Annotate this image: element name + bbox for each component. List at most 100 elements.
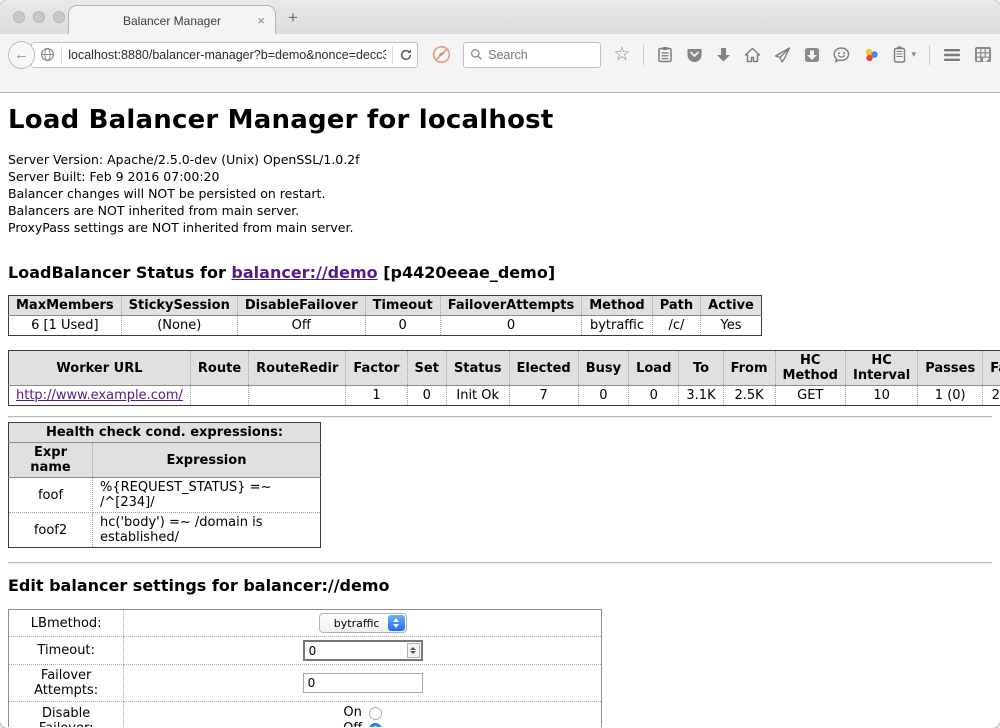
toolbar-divider: [643, 45, 644, 65]
reload-icon[interactable]: [399, 48, 413, 62]
toolbar-icons: ☆: [613, 45, 992, 65]
status-heading: LoadBalancer Status for balancer://demo …: [8, 263, 992, 282]
table-row: 6 [1 Used] (None) Off 0 0 bytraffic /c/ …: [9, 316, 762, 336]
status-heading-prefix: LoadBalancer Status for: [8, 263, 231, 282]
cell-hc-method: GET: [775, 386, 845, 406]
form-row-failover-attempts: Failover Attempts:: [9, 665, 602, 702]
col-timeout: Timeout: [365, 296, 440, 316]
balancer-status-table: MaxMembers StickySession DisableFailover…: [8, 295, 762, 336]
cell-disablefailover: Off: [237, 316, 365, 336]
form-row-disable-failover: Disable Failover: On Off: [9, 702, 602, 728]
toolbar-divider: [929, 45, 930, 65]
radio-off[interactable]: [369, 723, 382, 728]
globe-icon: [40, 47, 55, 62]
cell-factor: 1: [346, 386, 407, 406]
cell-passes: 1 (0): [918, 386, 983, 406]
cell-to: 3.1K: [679, 386, 723, 406]
col-route: Route: [190, 351, 248, 386]
col-worker-url: Worker URL: [9, 351, 191, 386]
radio-off-label: Off: [343, 721, 362, 727]
page-title: Load Balancer Manager for localhost: [8, 105, 992, 135]
section-divider: [8, 416, 992, 418]
url-text[interactable]: localhost:8880/balancer-manager?b=demo&n…: [68, 48, 386, 62]
cell-set: 0: [407, 386, 446, 406]
lbmethod-select[interactable]: bytraffic: [319, 613, 407, 633]
server-built: Server Built: Feb 9 2016 07:00:20: [8, 168, 992, 185]
tab-close-icon[interactable]: ×: [257, 13, 265, 28]
url-bar[interactable]: localhost:8880/balancer-manager?b=demo&n…: [31, 42, 418, 68]
timeout-input[interactable]: [303, 640, 423, 661]
chat-smiley-icon[interactable]: [833, 47, 850, 63]
worker-table: Worker URL Route RouteRedir Factor Set S…: [8, 350, 1000, 406]
reading-list-icon[interactable]: [657, 46, 673, 63]
disable-failover-label: Disable Failover:: [9, 702, 124, 728]
col-load: Load: [629, 351, 679, 386]
number-spinner-icon[interactable]: [407, 643, 420, 658]
timeout-label: Timeout:: [9, 637, 124, 665]
window-controls[interactable]: [13, 11, 65, 23]
urlbar-divider: [61, 46, 62, 64]
pocket-icon[interactable]: [686, 47, 703, 63]
grid-notes-icon[interactable]: [974, 46, 992, 63]
note-inherit: Balancers are NOT inherited from main se…: [8, 202, 992, 219]
blocked-content-icon[interactable]: [432, 45, 451, 64]
cell-maxmembers: 6 [1 Used]: [9, 316, 122, 336]
col-status: Status: [446, 351, 509, 386]
close-window-button[interactable]: [13, 11, 25, 23]
cell-routeredir: [249, 386, 346, 406]
bookmark-star-icon[interactable]: ☆: [613, 45, 630, 64]
send-plane-icon[interactable]: [774, 47, 791, 63]
cell-hc-interval: 10: [845, 386, 917, 406]
col-maxmembers: MaxMembers: [9, 296, 122, 316]
lbmethod-selected-value: bytraffic: [334, 617, 380, 630]
cell-elected: 7: [509, 386, 578, 406]
cell-busy: 0: [578, 386, 628, 406]
download-arrow-icon[interactable]: [716, 47, 731, 63]
cell-stickysession: (None): [121, 316, 237, 336]
new-tab-button[interactable]: +: [288, 8, 298, 28]
minimize-window-button[interactable]: [33, 11, 45, 23]
health-table-title: Health check cond. expressions:: [9, 423, 321, 443]
table-header-row: Expr name Expression: [9, 443, 321, 478]
menu-hamburger-icon[interactable]: [943, 48, 961, 62]
col-routeredir: RouteRedir: [249, 351, 346, 386]
radio-on[interactable]: [369, 707, 382, 720]
failover-attempts-input[interactable]: [303, 673, 423, 693]
form-row-timeout: Timeout:: [9, 637, 602, 665]
col-hc-interval: HC Interval: [845, 351, 917, 386]
battery-extension-icon[interactable]: [893, 46, 906, 63]
table-title-row: Health check cond. expressions:: [9, 423, 321, 443]
failover-attempts-label: Failover Attempts:: [9, 665, 124, 702]
table-row: foof2 hc('body') =~ /domain is establish…: [9, 513, 321, 548]
tab-title: Balancer Manager: [123, 14, 221, 28]
select-stepper-icon: [388, 615, 405, 631]
tab-balancer-manager[interactable]: Balancer Manager ×: [68, 5, 276, 35]
lbmethod-label: LBmethod:: [9, 610, 124, 637]
col-expr-name: Expr name: [9, 443, 93, 478]
col-hc-method: HC Method: [775, 351, 845, 386]
server-version: Server Version: Apache/2.5.0-dev (Unix) …: [8, 151, 992, 168]
search-icon: [470, 48, 483, 61]
col-from: From: [723, 351, 775, 386]
chevron-down-icon[interactable]: ▾: [911, 49, 916, 60]
worker-url-link[interactable]: http://www.example.com/: [16, 388, 183, 403]
col-set: Set: [407, 351, 446, 386]
search-input[interactable]: [488, 48, 588, 62]
col-expression: Expression: [93, 443, 321, 478]
video-download-icon[interactable]: [804, 47, 820, 63]
col-to: To: [679, 351, 723, 386]
zoom-window-button[interactable]: [53, 11, 65, 23]
colored-dots-extension-icon[interactable]: [863, 47, 880, 63]
balancer-demo-link[interactable]: balancer://demo: [231, 263, 377, 282]
col-factor: Factor: [346, 351, 407, 386]
section-divider: [8, 562, 992, 564]
cell-method: bytraffic: [582, 316, 652, 336]
page-content: Load Balancer Manager for localhost Serv…: [0, 93, 1000, 727]
cell-expression: %{REQUEST_STATUS} =~ /^[234]/: [93, 478, 321, 513]
radio-on-label: On: [343, 705, 361, 721]
home-icon[interactable]: [744, 47, 761, 63]
col-stickysession: StickySession: [121, 296, 237, 316]
form-row-lbmethod: LBmethod: bytraffic: [9, 610, 602, 637]
search-bar[interactable]: [463, 42, 601, 68]
back-button[interactable]: ←: [8, 41, 35, 69]
